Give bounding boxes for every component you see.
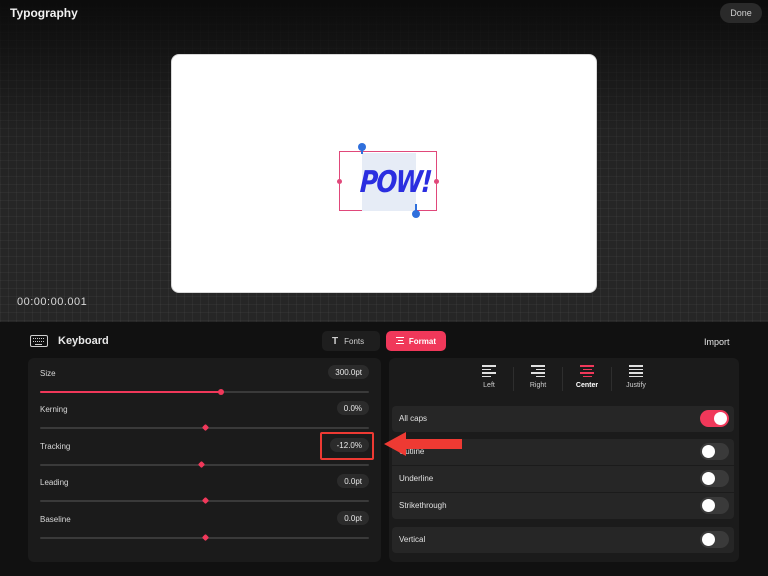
align-justify-icon	[629, 365, 643, 377]
tab-format-label: Format	[408, 336, 436, 346]
toggle-knob	[714, 412, 727, 425]
toggle-knob	[702, 533, 715, 546]
toggle-row-all-caps: All caps	[392, 406, 734, 432]
toggle-knob	[702, 472, 715, 485]
toggle-label: All caps	[399, 414, 428, 423]
slider-track[interactable]	[40, 389, 369, 395]
slider-thumb[interactable]	[198, 460, 206, 469]
slider-value[interactable]: 0.0%	[336, 401, 369, 415]
page-title: Typography	[10, 6, 78, 20]
toggle-label: Vertical	[399, 535, 426, 544]
text-selection-box[interactable]: POW!	[337, 143, 439, 218]
toggle-row-vertical: Vertical	[392, 527, 734, 553]
slider-value[interactable]: 0.0pt	[337, 474, 369, 488]
slider-label: Tracking	[40, 442, 71, 451]
toggle-label: Strikethrough	[399, 501, 447, 510]
toggle-row-strikethrough: Strikethrough	[392, 493, 734, 519]
slider-track[interactable]	[40, 460, 369, 469]
keyboard-label[interactable]: Keyboard	[58, 335, 109, 347]
slider-value[interactable]: 0.0pt	[337, 511, 369, 525]
toggle-knob	[702, 445, 715, 458]
align-right-button[interactable]: Right	[514, 365, 562, 401]
import-button[interactable]: Import	[704, 337, 730, 347]
canvas-frame[interactable]: POW!	[171, 54, 597, 293]
align-center-icon	[580, 365, 594, 377]
outline-toggle[interactable]	[700, 443, 729, 460]
toggle-row-underline: Underline	[392, 466, 734, 492]
align-label: Left	[483, 382, 495, 389]
keyboard-icon[interactable]	[30, 335, 48, 347]
align-label: Right	[529, 382, 547, 389]
timecode: 00:00:00.001	[17, 296, 88, 308]
align-left-icon	[482, 365, 496, 377]
align-center-button[interactable]: Center	[563, 365, 611, 401]
slider-label: Kerning	[40, 405, 68, 414]
toggle-label: Underline	[399, 474, 434, 483]
slider-thumb[interactable]	[217, 389, 224, 395]
all-caps-toggle[interactable]	[700, 410, 729, 427]
slider-fill	[40, 391, 221, 393]
underline-toggle[interactable]	[700, 470, 729, 487]
annotation-arrow-icon	[384, 432, 462, 456]
align-label: Justify	[626, 382, 646, 389]
preview-area: Typography Done POW! 00:00:00.001	[0, 0, 768, 322]
tab-fonts[interactable]: T Fonts	[322, 331, 380, 351]
vertical-toggle[interactable]	[700, 531, 729, 548]
slider-size: Size 300.0pt	[40, 365, 369, 395]
toggle-knob	[702, 499, 715, 512]
resize-handle-left[interactable]	[337, 179, 342, 184]
resize-handle-right[interactable]	[434, 179, 439, 184]
align-justify-button[interactable]: Justify	[612, 365, 660, 401]
slider-label: Size	[40, 369, 56, 378]
slider-track[interactable]	[40, 533, 369, 542]
slider-thumb[interactable]	[201, 533, 209, 542]
done-button[interactable]: Done	[720, 3, 762, 23]
tab-format[interactable]: Format	[386, 331, 446, 351]
text-T-icon: T	[332, 335, 339, 347]
slider-track[interactable]	[40, 496, 369, 505]
align-center-icon	[396, 337, 404, 345]
align-label: Center	[575, 382, 599, 389]
canvas-text[interactable]: POW!	[359, 165, 432, 200]
slider-label: Leading	[40, 478, 69, 487]
slider-label: Baseline	[40, 515, 71, 524]
align-right-icon	[531, 365, 545, 377]
sliders-card: Size 300.0pt Kerning 0.0% Tracking -12.0…	[28, 358, 381, 562]
rotate-handle-bottom[interactable]	[412, 210, 420, 218]
align-left-button[interactable]: Left	[465, 365, 513, 401]
slider-value[interactable]: 300.0pt	[328, 365, 369, 379]
strikethrough-toggle[interactable]	[700, 497, 729, 514]
slider-kerning: Kerning 0.0%	[40, 401, 369, 432]
slider-track[interactable]	[40, 423, 369, 432]
tab-fonts-label: Fonts	[344, 336, 365, 346]
tracking-value-highlight	[320, 432, 374, 460]
slider-thumb[interactable]	[201, 496, 209, 505]
format-options-card: Left Right Center Justify All caps Outli…	[389, 358, 739, 562]
rotate-handle-top[interactable]	[358, 143, 366, 151]
slider-leading: Leading 0.0pt	[40, 474, 369, 505]
slider-thumb[interactable]	[201, 423, 209, 432]
slider-baseline: Baseline 0.0pt	[40, 511, 369, 542]
